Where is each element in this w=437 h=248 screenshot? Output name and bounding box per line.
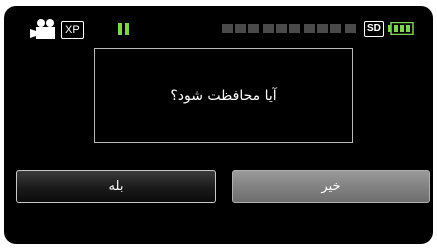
video-camera-icon xyxy=(30,19,55,39)
battery-full-icon xyxy=(388,22,414,35)
pause-icon xyxy=(118,23,130,35)
camera-screen: XP SD آیا محافظت شود؟ بله خیر xyxy=(4,6,433,244)
confirm-dialog: آیا محافظت شود؟ xyxy=(94,48,353,143)
dialog-message: آیا محافظت شود؟ xyxy=(170,87,277,104)
sd-card-icon: SD xyxy=(364,21,384,37)
no-button[interactable]: خیر xyxy=(232,170,430,203)
yes-button[interactable]: بله xyxy=(16,170,216,203)
recording-mode-label: XP xyxy=(61,21,84,39)
status-bar: XP SD xyxy=(4,6,433,46)
